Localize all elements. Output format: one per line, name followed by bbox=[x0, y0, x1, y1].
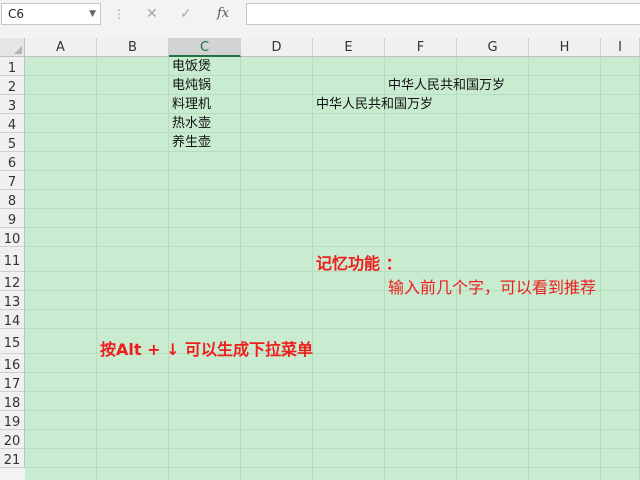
gridline bbox=[25, 151, 640, 152]
insert-function-icon[interactable]: fx bbox=[217, 6, 229, 21]
select-all-button[interactable] bbox=[0, 38, 25, 57]
cell-E3[interactable]: 中华人民共和国万岁 bbox=[316, 96, 433, 114]
row-header-19[interactable]: 19 bbox=[0, 411, 25, 430]
dropdown-tip: 按Alt + ↓ 可以生成下拉菜单 bbox=[100, 340, 314, 359]
row-header-20[interactable]: 20 bbox=[0, 430, 25, 449]
cell-C1[interactable]: 电饭煲 bbox=[172, 58, 211, 76]
row-header-1[interactable]: 1 bbox=[0, 57, 25, 76]
name-box[interactable]: C6 ▼ bbox=[1, 3, 101, 25]
column-header-c[interactable]: C bbox=[169, 38, 241, 57]
gridline bbox=[25, 132, 640, 133]
gridline bbox=[25, 448, 640, 449]
column-header-d[interactable]: D bbox=[241, 38, 313, 57]
row-header-11[interactable]: 11 bbox=[0, 247, 25, 272]
gridline bbox=[25, 246, 640, 247]
gridline bbox=[25, 391, 640, 392]
grip-icon[interactable]: ⋮ bbox=[113, 7, 125, 21]
gridline bbox=[25, 429, 640, 430]
gridline bbox=[25, 75, 640, 76]
column-header-e[interactable]: E bbox=[313, 38, 385, 57]
chevron-down-icon[interactable]: ▼ bbox=[89, 4, 96, 24]
gridline bbox=[312, 57, 313, 480]
row-header-13[interactable]: 13 bbox=[0, 291, 25, 310]
cancel-icon[interactable]: ✕ bbox=[146, 6, 158, 22]
row-header-14[interactable]: 14 bbox=[0, 310, 25, 329]
row-header-4[interactable]: 4 bbox=[0, 114, 25, 133]
gridline bbox=[240, 57, 241, 480]
cell-area[interactable]: 电饭煲 电炖锅 料理机 热水壶 养生壶 中华人民共和国万岁 中华人民共和国万岁 … bbox=[25, 57, 640, 480]
gridline bbox=[25, 208, 640, 209]
row-header-18[interactable]: 18 bbox=[0, 392, 25, 411]
gridline bbox=[25, 227, 640, 228]
row-header-21[interactable]: 21 bbox=[0, 449, 25, 468]
gridline bbox=[25, 372, 640, 373]
column-header-a[interactable]: A bbox=[25, 38, 97, 57]
row-header-5[interactable]: 5 bbox=[0, 133, 25, 152]
gridline bbox=[25, 309, 640, 310]
memory-desc: 输入前几个字，可以看到推荐 bbox=[388, 278, 597, 297]
formula-bar: C6 ▼ ⋮ ✕ ✓ fx bbox=[0, 0, 640, 30]
row-header-17[interactable]: 17 bbox=[0, 373, 25, 392]
cell-C5[interactable]: 养生壶 bbox=[172, 134, 211, 152]
row-header-8[interactable]: 8 bbox=[0, 190, 25, 209]
cell-C3[interactable]: 料理机 bbox=[172, 96, 211, 114]
row-header-12[interactable]: 12 bbox=[0, 272, 25, 291]
row-header-9[interactable]: 9 bbox=[0, 209, 25, 228]
column-header-b[interactable]: B bbox=[97, 38, 169, 57]
gridline bbox=[528, 57, 529, 480]
gridline bbox=[25, 189, 640, 190]
memory-title: 记忆功能 ： bbox=[316, 254, 402, 273]
row-header-3[interactable]: 3 bbox=[0, 95, 25, 114]
cell-C4[interactable]: 热水壶 bbox=[172, 115, 211, 133]
gridline bbox=[25, 170, 640, 171]
enter-icon[interactable]: ✓ bbox=[180, 6, 192, 22]
spreadsheet-grid: ABCDEFGHI 1 2 3 4 5 6 7 8 9 10 11 12 13 14 15 16 17 18 19 2… bbox=[0, 38, 640, 480]
row-header-6[interactable]: 6 bbox=[0, 152, 25, 171]
gridline bbox=[96, 57, 97, 480]
cell-F2[interactable]: 中华人民共和国万岁 bbox=[388, 77, 505, 95]
cell-C2[interactable]: 电炖锅 bbox=[172, 77, 211, 95]
row-header-2[interactable]: 2 bbox=[0, 76, 25, 95]
gridline bbox=[168, 57, 169, 480]
name-box-value: C6 bbox=[8, 7, 25, 21]
gridline bbox=[25, 467, 640, 468]
gridline bbox=[25, 94, 640, 95]
column-header-f[interactable]: F bbox=[385, 38, 457, 57]
row-header-16[interactable]: 16 bbox=[0, 354, 25, 373]
column-header-g[interactable]: G bbox=[457, 38, 529, 57]
row-header-15[interactable]: 15 bbox=[0, 329, 25, 354]
formula-input[interactable] bbox=[246, 3, 640, 25]
column-header-i[interactable]: I bbox=[601, 38, 640, 57]
row-header-10[interactable]: 10 bbox=[0, 228, 25, 247]
gridline bbox=[25, 410, 640, 411]
column-header-h[interactable]: H bbox=[529, 38, 601, 57]
gridline bbox=[600, 57, 601, 480]
gridline bbox=[25, 328, 640, 329]
gridline bbox=[456, 57, 457, 480]
row-header-7[interactable]: 7 bbox=[0, 171, 25, 190]
